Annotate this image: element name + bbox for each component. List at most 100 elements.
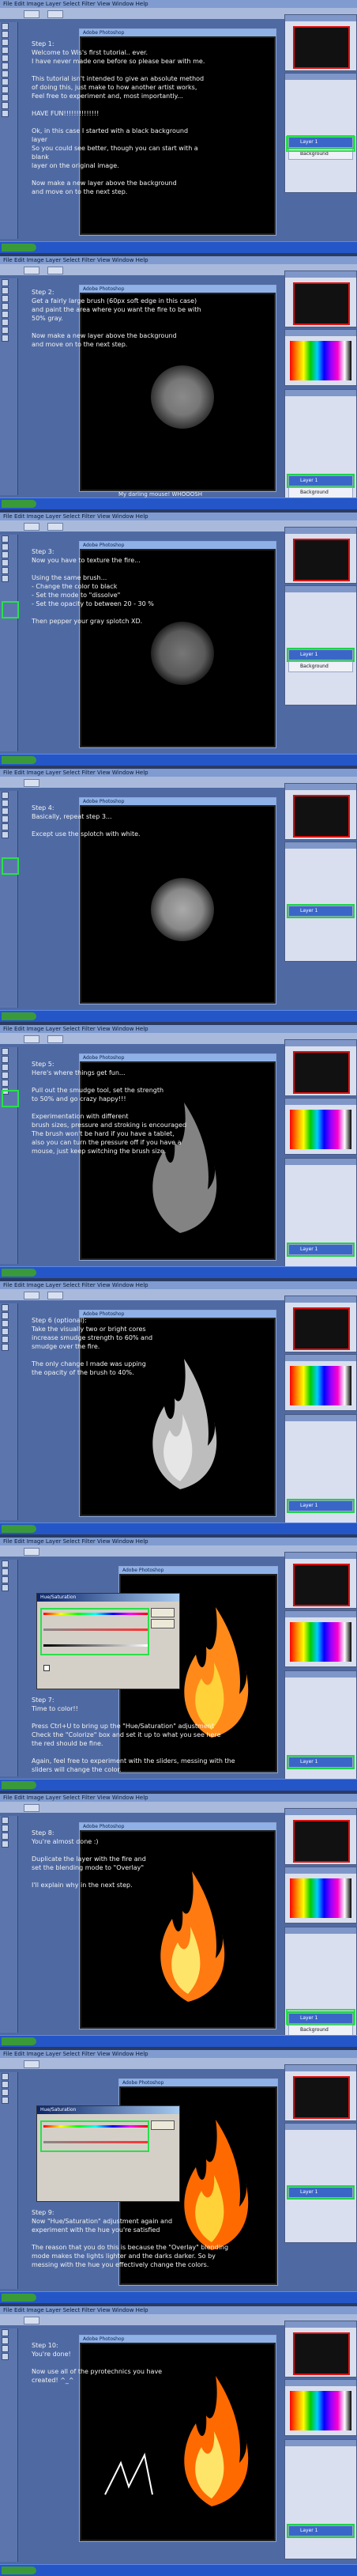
ok-button[interactable] <box>151 2120 175 2130</box>
menu-bar[interactable]: File Edit Image Layer Select Filter View… <box>0 513 357 520</box>
step-caption: Step 2: Get a fairly large brush (60px s… <box>32 289 201 348</box>
swatches-panel[interactable] <box>284 329 357 386</box>
menu-bar[interactable]: File Edit Image Layer Select Filter View… <box>0 1538 357 1545</box>
start-button[interactable] <box>2 1525 36 1533</box>
navigator-preview <box>293 795 350 838</box>
toolbox[interactable] <box>0 1303 18 1520</box>
navigator-panel[interactable] <box>284 2064 357 2121</box>
taskbar[interactable] <box>0 2291 357 2303</box>
step-caption: Step 3: Now you have to texture the fire… <box>32 548 154 625</box>
navigator-panel[interactable] <box>284 527 357 584</box>
cancel-button[interactable] <box>151 1619 175 1628</box>
screenshot-step-3: File Edit Image Layer Select Filter View… <box>0 513 357 766</box>
toolbox[interactable] <box>0 535 18 751</box>
menu-bar[interactable]: File Edit Image Layer Select Filter View… <box>0 1794 357 1802</box>
menu-bar[interactable]: File Edit Image Layer Select Filter View… <box>0 0 357 8</box>
toolbox[interactable] <box>0 1560 18 1776</box>
start-button[interactable] <box>2 500 36 508</box>
menu-bar[interactable]: File Edit Image Layer Select Filter View… <box>0 1281 357 1289</box>
layers-panel[interactable]: Layer 1 Background <box>284 585 357 705</box>
menu-bar[interactable]: File Edit Image Layer Select Filter View… <box>0 1025 357 1033</box>
start-button[interactable] <box>2 2294 36 2302</box>
navigator-panel[interactable] <box>284 14 357 71</box>
taskbar[interactable] <box>0 754 357 766</box>
layers-panel[interactable]: Layer 1 <box>284 1670 357 1791</box>
toolbox[interactable] <box>0 2328 18 2562</box>
document-title: Adobe Photoshop <box>80 29 276 36</box>
taskbar[interactable] <box>0 497 357 509</box>
layer-item[interactable]: Background <box>288 661 353 672</box>
menu-bar[interactable]: File Edit Image Layer Select Filter View… <box>0 769 357 777</box>
layers-panel[interactable]: Layer 1 <box>284 2123 357 2243</box>
step-caption: Step 9: Now "Hue/Saturation" adjustment … <box>32 2209 229 2268</box>
navigator-panel[interactable] <box>284 2321 357 2377</box>
document-title: Adobe Photoshop <box>119 1567 277 1574</box>
hue-saturation-dialog[interactable]: Hue/Saturation <box>36 2105 180 2202</box>
hue-saturation-dialog[interactable]: Hue/Saturation <box>36 1593 180 1689</box>
start-button[interactable] <box>2 1012 36 1020</box>
navigator-panel[interactable] <box>284 1039 357 1096</box>
screenshot-step-4: File Edit Image Layer Select Filter View… <box>0 769 357 1022</box>
layers-panel[interactable]: Layer 1 <box>284 2439 357 2559</box>
screenshot-step-6: File Edit Image Layer Select Filter View… <box>0 1281 357 1534</box>
layers-panel[interactable]: Layer 1 <box>284 1414 357 1534</box>
start-button[interactable] <box>2 1781 36 1789</box>
taskbar[interactable] <box>0 1266 357 1278</box>
layer-item[interactable]: Layer 1 <box>287 2524 355 2538</box>
toolbox[interactable] <box>0 791 18 1008</box>
dialog-title: Hue/Saturation <box>37 1594 179 1602</box>
taskbar[interactable] <box>0 1523 357 1534</box>
toolbox[interactable] <box>0 22 18 239</box>
screenshot-step-1: File Edit Image Layer Select Filter View… <box>0 0 357 253</box>
swatches-panel[interactable] <box>284 1098 357 1155</box>
layer-item[interactable]: Layer 1 <box>287 474 355 488</box>
navigator-panel[interactable] <box>284 270 357 327</box>
start-button[interactable] <box>2 756 36 764</box>
swatches-panel[interactable] <box>284 1354 357 1411</box>
gray-splotch <box>151 365 214 429</box>
swatches-panel[interactable] <box>284 1867 357 1923</box>
taskbar[interactable] <box>0 241 357 253</box>
layer-item[interactable]: Layer 1 <box>287 648 355 662</box>
navigator-panel[interactable] <box>284 783 357 840</box>
layer-item[interactable]: Background <box>288 2025 353 2036</box>
toolbox[interactable] <box>0 2072 18 2289</box>
navigator-panel[interactable] <box>284 1552 357 1609</box>
navigator-panel[interactable] <box>284 1296 357 1352</box>
start-button[interactable] <box>2 2037 36 2045</box>
taskbar[interactable] <box>0 2035 357 2047</box>
start-button[interactable] <box>2 2567 36 2574</box>
menu-bar[interactable]: File Edit Image Layer Select Filter View… <box>0 2306 357 2314</box>
start-button[interactable] <box>2 1269 36 1277</box>
layers-panel[interactable]: Layer 1 Background <box>284 1927 357 2047</box>
layer-item[interactable]: Background <box>288 487 353 498</box>
highlight-box <box>286 136 355 152</box>
taskbar[interactable] <box>0 1010 357 1022</box>
layer-item[interactable]: Layer 1 <box>287 1243 355 1257</box>
step-caption: Step 7: Time to color!! Press Ctrl+U to … <box>32 1697 235 1791</box>
layer-item[interactable]: Layer 1 <box>287 1499 355 1513</box>
swatches-panel[interactable] <box>284 1610 357 1667</box>
menu-bar[interactable]: File Edit Image Layer Select Filter View… <box>0 256 357 264</box>
toolbox[interactable] <box>0 1047 18 1264</box>
layers-panel[interactable]: Layer 1 Background <box>284 389 357 509</box>
colorize-checkbox[interactable] <box>43 1665 50 1671</box>
start-button[interactable] <box>2 244 36 252</box>
screenshot-step-5: File Edit Image Layer Select Filter View… <box>0 1025 357 1278</box>
layers-panel[interactable]: Layer 1 Background <box>284 73 357 193</box>
layer-item[interactable]: Layer 1 <box>287 904 355 918</box>
layer-item[interactable]: Layer 1 <box>287 2185 355 2200</box>
navigator-preview <box>293 539 350 581</box>
navigator-panel[interactable] <box>284 1808 357 1865</box>
layer-item[interactable]: Layer 1 <box>287 1755 355 1769</box>
menu-bar[interactable]: File Edit Image Layer Select Filter View… <box>0 2050 357 2058</box>
toolbox[interactable] <box>0 1816 18 2033</box>
taskbar[interactable] <box>0 1779 357 1791</box>
swatches-panel[interactable] <box>284 2379 357 2436</box>
layers-panel[interactable]: Layer 1 <box>284 842 357 962</box>
layers-panel[interactable]: Layer 1 <box>284 1158 357 1278</box>
ok-button[interactable] <box>151 1608 175 1617</box>
highlight-box <box>40 2120 149 2152</box>
toolbox[interactable] <box>0 278 18 495</box>
taskbar[interactable] <box>0 2564 357 2576</box>
